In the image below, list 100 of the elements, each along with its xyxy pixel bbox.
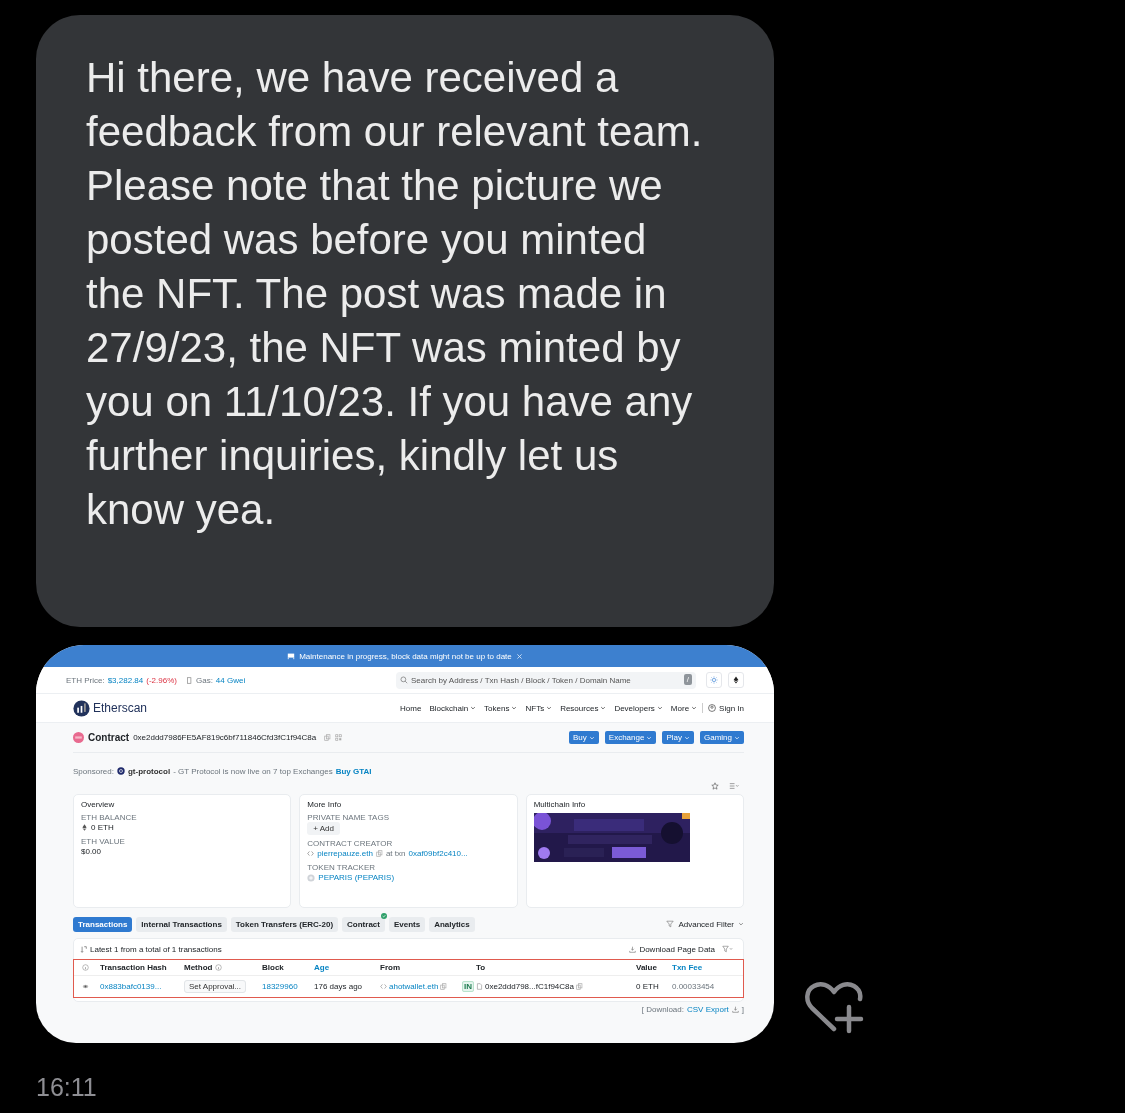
dropdown-button[interactable]: Exchange (604, 731, 657, 744)
etherscan-brand[interactable]: Etherscan (93, 701, 148, 715)
creator-link[interactable]: pierrepauze.eth (317, 848, 373, 859)
copy-icon[interactable] (440, 983, 448, 990)
copy-icon[interactable] (324, 734, 332, 741)
download-bracket: ] (741, 1005, 744, 1014)
sponsor-logo-icon (116, 767, 125, 775)
screenshot-attachment[interactable] (36, 645, 774, 1043)
age-cell-text: 176 days ago (314, 982, 364, 991)
download-page-data-button[interactable]: Download Page Data (639, 944, 715, 954)
column-header: To (476, 963, 487, 972)
download-icon (731, 1006, 739, 1013)
tab[interactable]: Analytics (429, 916, 475, 932)
txn-link[interactable]: 0xaf09bf2c410... (408, 848, 468, 859)
method-badge: Set Approval... (184, 980, 247, 993)
dropdown-button[interactable]: Buy (569, 731, 599, 744)
advanced-filter-link[interactable]: Advanced Filter (678, 919, 734, 929)
construction-icon (287, 652, 296, 660)
sponsored-label: Sponsored: (73, 766, 114, 776)
gas-price: 44 Gwei (215, 675, 246, 685)
theme-toggle-button[interactable] (706, 672, 722, 688)
tab[interactable]: Contract (342, 916, 385, 932)
download-label: [ Download: (641, 1005, 684, 1014)
nav-menu-item[interactable]: NFTs (525, 703, 553, 713)
caret-icon (738, 921, 744, 927)
tab[interactable]: Internal Transactions (136, 916, 227, 932)
nav-menu-item[interactable]: Blockchain (429, 703, 477, 713)
field-label: CONTRACT CREATOR (307, 839, 394, 848)
caret-icon (511, 705, 518, 711)
code-icon (380, 983, 387, 990)
eth-price: $3,282.84 (107, 675, 144, 685)
from-address-link[interactable]: ahotwallet.eth (389, 982, 439, 991)
add-reaction-icon[interactable] (804, 981, 866, 1035)
field-value: 0 ETH (91, 822, 114, 833)
sun-icon (710, 676, 718, 684)
column-header: From (380, 963, 401, 972)
eye-icon[interactable] (82, 983, 89, 990)
info-icon (215, 964, 223, 971)
download-icon (629, 945, 637, 953)
transactions-summary: Latest 1 from a total of 1 transactions (90, 944, 222, 954)
contract-avatar-icon (73, 732, 84, 743)
add-tag-button[interactable]: + Add (307, 822, 340, 835)
sign-in-link[interactable]: Sign In (719, 703, 744, 713)
nav-menu-item[interactable]: Developers (614, 703, 663, 713)
nav-menu-item[interactable]: Tokens (484, 703, 518, 713)
message-text: Hi there, we have received a feedback from our relevant team. Please note that the picture we posted was before you minted the NFT. The post was made in 27/9/23, the NFT was minted by you on 11/10/23. If you have any further inquiries, kindly let us know yea. (86, 53, 704, 535)
token-icon (307, 873, 316, 882)
column-header: Value (636, 963, 658, 972)
banner-text: Maintenance in progress, block data might not be up to date (299, 651, 512, 661)
caret-icon (734, 734, 740, 741)
at-txn-label: at txn (385, 848, 406, 859)
column-header: Block (262, 963, 285, 972)
network-button[interactable] (728, 672, 744, 688)
eth-price-label: ETH Price: (66, 675, 105, 685)
file-icon (476, 983, 483, 990)
close-icon[interactable] (515, 652, 523, 660)
value-cell-text: 0 ETH (636, 982, 660, 991)
eth-price-change: (-2.96%) (146, 675, 177, 685)
transaction-hash-link[interactable]: 0x883bafc0139... (100, 982, 184, 991)
ethereum-icon (732, 676, 740, 684)
column-header[interactable]: Age (314, 963, 380, 972)
nav-menu-item[interactable]: Home (400, 703, 422, 713)
gas-pump-icon (185, 676, 193, 684)
tab[interactable]: Events (388, 916, 426, 932)
filter-icon (722, 945, 733, 953)
sponsor-link[interactable]: Buy GTAI (335, 766, 372, 776)
field-label: TOKEN TRACKER (307, 863, 377, 872)
txn-fee-cell-text: 0.00033454 (672, 982, 716, 991)
block-link[interactable]: 18329960 (262, 982, 314, 991)
shortcut-key: / (683, 674, 692, 685)
field-value: $0.00 (81, 846, 102, 857)
column-header[interactable]: Txn Fee (672, 963, 743, 972)
qr-code-icon[interactable] (335, 734, 343, 741)
dropdown-button[interactable]: Gaming (700, 731, 744, 744)
copy-icon[interactable] (575, 983, 583, 990)
nav-menu-item[interactable]: Resources (560, 703, 607, 713)
dropdown-button[interactable]: Play (662, 731, 694, 744)
csv-export-link[interactable]: CSV Export (686, 1005, 729, 1014)
caret-icon (656, 705, 663, 711)
tab[interactable]: Transactions (73, 916, 133, 932)
field-label: ETH VALUE (81, 837, 126, 846)
tab[interactable]: Token Transfers (ERC-20) (230, 916, 339, 932)
column-header: Transaction Hash (100, 963, 168, 972)
copy-icon[interactable] (375, 850, 383, 857)
field-label: ETH BALANCE (81, 813, 138, 822)
gas-label: Gas: (195, 675, 213, 685)
card-title: Multichain Info (533, 800, 587, 810)
list-icon (729, 781, 740, 790)
nav-menu-item[interactable]: More (670, 703, 698, 713)
filter-icon (666, 920, 675, 928)
caret-icon (600, 705, 607, 711)
code-icon (307, 850, 315, 857)
verified-badge-icon (380, 912, 387, 919)
to-address: 0xe2ddd798...fC1f94C8a (485, 982, 574, 991)
token-link[interactable]: PEPARIS (PEPARIS) (318, 872, 395, 883)
message-time: 16:11 (36, 1073, 98, 1102)
column-header: Method (184, 963, 262, 972)
sponsor-name: gt-protocol (127, 766, 171, 776)
card-title: More Info (307, 800, 343, 810)
caret-icon (588, 734, 595, 741)
